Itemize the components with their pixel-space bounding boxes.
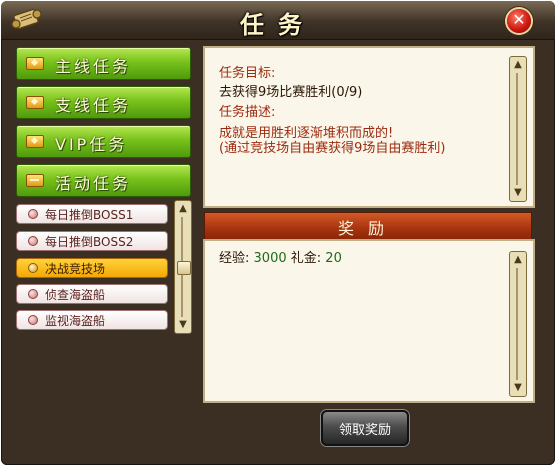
claim-reward-button[interactable]: 领取奖励: [321, 410, 409, 446]
list-item-label: 侦查海盗船: [45, 288, 106, 302]
title-bar: 任务 ✕: [1, 1, 555, 40]
window-title: 任务: [240, 11, 316, 39]
bullet-icon: [28, 263, 38, 273]
close-button[interactable]: ✕: [507, 9, 531, 33]
goal-text: 去获得9场比赛胜利(0/9): [219, 85, 363, 100]
list-item-arena-selected[interactable]: 决战竞技场: [16, 258, 168, 278]
close-icon: ✕: [512, 10, 526, 29]
scroll-down-icon[interactable]: ▼: [511, 187, 525, 199]
scroll-track[interactable]: [516, 73, 518, 185]
list-item-scout-pirate-ship[interactable]: 侦查海盗船: [16, 284, 168, 304]
scroll-up-icon[interactable]: ▲: [511, 59, 525, 71]
scroll-down-icon[interactable]: ▼: [511, 382, 525, 394]
description-heading: 任务描述:: [219, 105, 276, 120]
reward-heading: 奖励: [337, 219, 398, 238]
bullet-icon: [28, 315, 38, 325]
quest-detail-panel: 任务目标: 去获得9场比赛胜利(0/9) 任务描述: 成就是用胜利逐渐堆积而成的…: [203, 46, 535, 208]
reward-scrollbar[interactable]: ▲ ▼: [509, 251, 527, 397]
bullet-icon: [28, 289, 38, 299]
category-side-quests[interactable]: 支线任务: [16, 86, 191, 119]
scroll-up-icon[interactable]: ▲: [176, 203, 190, 215]
minus-icon: [26, 174, 44, 187]
reward-header: 奖励: [204, 212, 532, 240]
plus-icon: [26, 96, 44, 109]
reward-panel: 经验: 3000 礼金: 20 ▲ ▼: [203, 239, 535, 403]
list-item-label: 每日推倒BOSS2: [45, 235, 134, 249]
goal-heading: 任务目标:: [219, 66, 276, 81]
quest-list-scrollbar[interactable]: ▲ ▼: [174, 200, 192, 334]
reward-line: 经验: 3000 礼金: 20: [219, 247, 342, 266]
description-line-2: (通过竞技场自由赛获得9场自由赛胜利): [219, 141, 446, 156]
list-item-boss1[interactable]: 每日推倒BOSS1: [16, 204, 168, 224]
scroll-thumb[interactable]: [177, 261, 191, 275]
category-event-quests[interactable]: 活动任务: [16, 164, 191, 197]
category-main-quests[interactable]: 主线任务: [16, 47, 191, 80]
category-label: 活动任务: [55, 174, 132, 193]
gift-value: 20: [325, 251, 342, 266]
detail-scrollbar[interactable]: ▲ ▼: [509, 56, 527, 202]
exp-value: 3000: [253, 251, 287, 266]
list-item-boss2[interactable]: 每日推倒BOSS2: [16, 231, 168, 251]
category-label: 支线任务: [55, 96, 132, 115]
plus-icon: [26, 57, 44, 70]
scroll-down-icon[interactable]: ▼: [176, 319, 190, 331]
left-panel: 主线任务 支线任务 VIP任务 活动任务 每日推倒BOSS1 每日推倒BOSS2…: [7, 40, 193, 458]
list-item-label: 每日推倒BOSS1: [45, 208, 134, 222]
scroll-track[interactable]: [516, 268, 518, 380]
bullet-icon: [28, 209, 38, 219]
scroll-up-icon[interactable]: ▲: [511, 254, 525, 266]
list-item-label: 决战竞技场: [45, 262, 106, 276]
category-label: 主线任务: [55, 57, 132, 76]
category-label: VIP任务: [55, 135, 128, 154]
plus-icon: [26, 135, 44, 148]
event-quest-list: 每日推倒BOSS1 每日推倒BOSS2 决战竞技场 侦查海盗船 监视海盗船: [16, 198, 169, 333]
exp-label: 经验:: [219, 251, 250, 266]
claim-reward-label: 领取奖励: [338, 423, 391, 438]
bullet-icon: [28, 236, 38, 246]
list-item-watch-pirate-ship[interactable]: 监视海盗船: [16, 310, 168, 330]
list-item-label: 监视海盗船: [45, 314, 106, 328]
gift-label: 礼金:: [290, 251, 322, 266]
category-vip-quests[interactable]: VIP任务: [16, 125, 191, 158]
